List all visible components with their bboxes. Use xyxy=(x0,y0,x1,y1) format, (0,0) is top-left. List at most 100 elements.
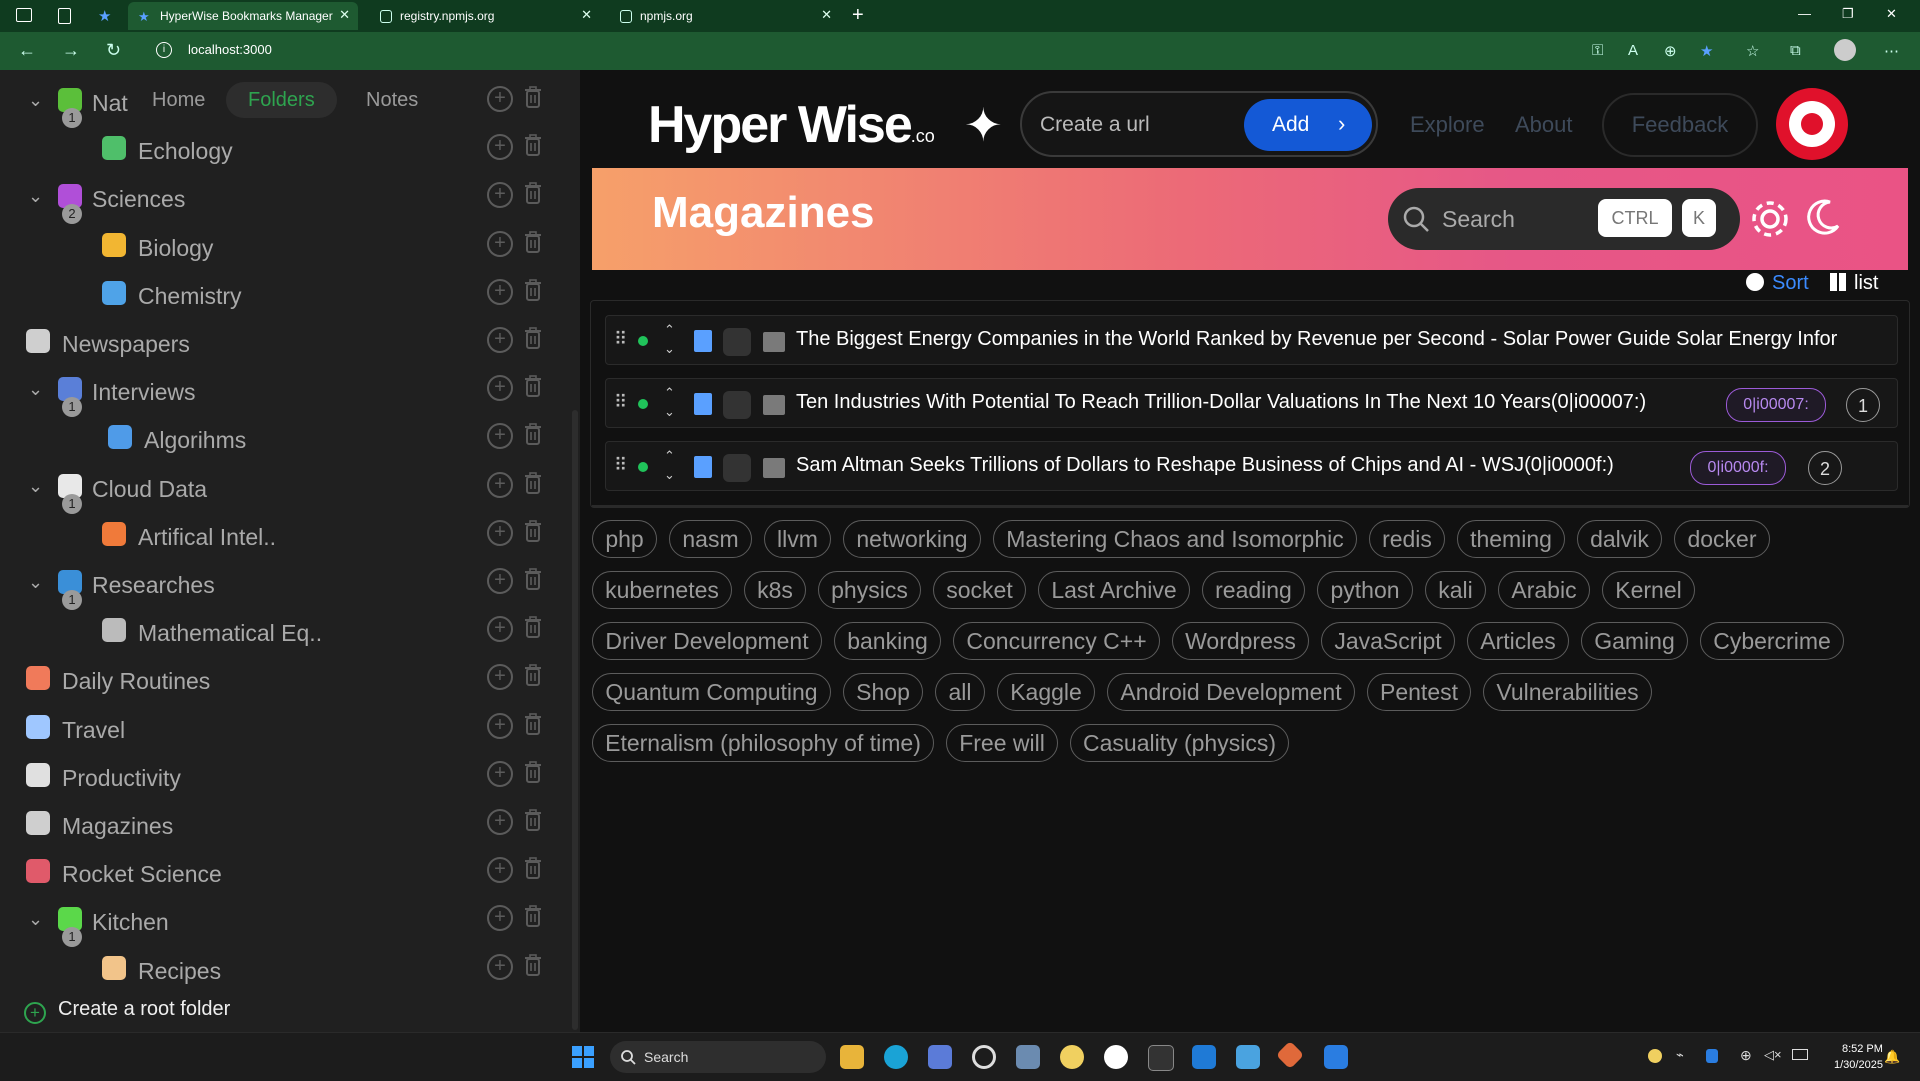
tag-chip[interactable]: dalvik xyxy=(1577,520,1662,558)
bookmark-row[interactable]: ⠿ ⌃ ⌄ Sam Altman Seeks Trillions of Dolla… xyxy=(605,441,1898,491)
sidebar-item[interactable]: Artifical Intel.. + xyxy=(0,514,560,558)
tag-chip[interactable]: Gaming xyxy=(1581,622,1688,660)
sidebar-item[interactable]: ⌄ 1 Cloud Data + xyxy=(0,466,560,514)
forward-icon[interactable]: → xyxy=(62,40,80,61)
tab-notes[interactable]: Notes xyxy=(344,82,440,118)
edge-icon[interactable] xyxy=(884,1045,908,1069)
workspaces-icon[interactable] xyxy=(16,8,32,22)
sidebar-item[interactable]: Travel + xyxy=(0,707,560,751)
add-subfolder-icon[interactable]: + xyxy=(487,568,513,594)
trash-icon[interactable] xyxy=(524,664,542,687)
trash-icon[interactable] xyxy=(524,712,542,735)
add-subfolder-icon[interactable]: + xyxy=(487,616,513,643)
trash-icon[interactable] xyxy=(524,375,542,398)
tag-chip[interactable]: Cybercrime xyxy=(1700,622,1844,660)
wifi-globe-icon[interactable]: ⊕ xyxy=(1740,1047,1752,1064)
add-subfolder-icon[interactable]: + xyxy=(487,471,513,498)
tag-chip[interactable]: Arabic xyxy=(1498,571,1590,609)
tag-chip[interactable]: Quantum Computing xyxy=(592,673,831,711)
drag-handle-icon[interactable]: ⠿ xyxy=(614,329,627,350)
bookmark-title[interactable]: Sam Altman Seeks Trillions of Dollars to… xyxy=(796,454,1614,477)
sidebar-scrollbar[interactable] xyxy=(572,410,578,1030)
trash-icon[interactable] xyxy=(524,134,542,157)
favorites-icon[interactable]: ☆ xyxy=(1746,42,1759,60)
close-tab-icon[interactable]: ✕ xyxy=(339,7,350,23)
favorite-star-icon[interactable]: ★ xyxy=(1700,42,1713,60)
chevron-down-icon[interactable]: ⌄ xyxy=(28,90,43,111)
add-subfolder-icon[interactable]: + xyxy=(487,182,513,209)
create-root-folder-button[interactable]: + Create a root folder xyxy=(24,998,230,1024)
tag-chip[interactable]: Concurrency C++ xyxy=(953,622,1160,660)
more-icon[interactable]: ⋯ xyxy=(1884,42,1899,60)
target-logo-icon[interactable] xyxy=(1776,88,1848,160)
git-icon[interactable] xyxy=(1275,1040,1305,1070)
trash-icon[interactable] xyxy=(524,519,542,542)
bookmark-title[interactable]: Ten Industries With Potential To Reach T… xyxy=(796,391,1646,414)
address-bar[interactable] xyxy=(144,37,1704,65)
sidebar-item[interactable]: ⌄ 1 Kitchen + xyxy=(0,899,560,948)
tag-chip[interactable]: Kernel xyxy=(1602,571,1695,609)
add-subfolder-icon[interactable]: + xyxy=(487,857,513,884)
search-box[interactable]: Search CTRL K xyxy=(1388,188,1740,250)
close-window-icon[interactable]: ✕ xyxy=(1886,6,1897,22)
zoom-icon[interactable]: ⊕ xyxy=(1664,42,1677,60)
sidebar-item[interactable]: Echology + xyxy=(0,128,560,172)
feedback-button[interactable]: Feedback xyxy=(1602,93,1758,157)
sidebar-item[interactable]: Mathematical Eq.. + xyxy=(0,610,560,654)
create-url-input[interactable]: Create a url xyxy=(1040,113,1150,137)
tag-chip[interactable]: Android Development xyxy=(1107,673,1355,711)
logo[interactable]: Hyper Wise.co xyxy=(648,95,935,155)
drag-handle-icon[interactable]: ⠿ xyxy=(614,392,627,413)
sidebar-item[interactable]: Algorihms + xyxy=(0,417,560,461)
tag-chip[interactable]: docker xyxy=(1674,520,1770,558)
mongodb-icon[interactable] xyxy=(1104,1045,1128,1069)
tag-chip[interactable]: socket xyxy=(933,571,1026,609)
read-aloud-icon[interactable]: A xyxy=(1628,42,1638,59)
tab-npmjs[interactable]: npmjs.org ✕ xyxy=(610,2,840,30)
volume-mute-icon[interactable]: ◁× xyxy=(1764,1047,1782,1063)
add-subfolder-icon[interactable]: + xyxy=(487,712,513,739)
tag-chip[interactable]: Kaggle xyxy=(997,673,1095,711)
add-subfolder-icon[interactable]: + xyxy=(487,134,513,161)
close-tab-icon[interactable]: ✕ xyxy=(821,7,832,23)
refresh-icon[interactable]: ↻ xyxy=(106,40,121,61)
terminal-icon[interactable] xyxy=(1148,1045,1174,1071)
remote-desktop-icon[interactable] xyxy=(1016,1045,1040,1069)
tag-chip[interactable]: nasm xyxy=(669,520,752,558)
minimize-icon[interactable]: — xyxy=(1798,6,1811,21)
record-icon[interactable] xyxy=(972,1045,996,1069)
tab-home[interactable]: Home xyxy=(130,82,227,118)
tag-chip[interactable]: JavaScript xyxy=(1321,622,1455,660)
taskbar-search[interactable]: Search xyxy=(610,1041,826,1073)
notification-bell-icon[interactable]: 🔔 xyxy=(1884,1049,1900,1065)
tag-chip[interactable]: all xyxy=(935,673,985,711)
tag-chip[interactable]: networking xyxy=(843,520,981,558)
sidebar-item[interactable]: Productivity + xyxy=(0,755,560,799)
reorder-arrows-icon[interactable]: ⌃ ⌄ xyxy=(664,446,675,484)
trash-icon[interactable] xyxy=(524,809,542,831)
new-tab-icon[interactable]: + xyxy=(852,4,864,27)
trash-icon[interactable] xyxy=(524,471,542,494)
add-subfolder-icon[interactable]: + xyxy=(487,664,513,691)
tab-hyperwise[interactable]: ★ HyperWise Bookmarks Manager ✕ xyxy=(128,2,358,30)
reorder-arrows-icon[interactable]: ⌃ ⌄ xyxy=(664,383,675,421)
clock[interactable]: 8:52 PM 1/30/2025 xyxy=(1834,1041,1883,1073)
windows-start-icon[interactable] xyxy=(572,1046,594,1068)
add-subfolder-icon[interactable]: + xyxy=(487,905,513,932)
add-subfolder-icon[interactable]: + xyxy=(487,278,513,305)
sidebar-item[interactable]: Chemistry + xyxy=(0,273,560,317)
tag-chip[interactable]: redis xyxy=(1369,520,1445,558)
sidebar-item[interactable]: Rocket Science + xyxy=(0,851,560,895)
file-explorer-icon[interactable] xyxy=(840,1045,864,1069)
tag-chip[interactable]: Wordpress xyxy=(1172,622,1309,660)
back-icon[interactable]: ← xyxy=(18,40,36,61)
add-subfolder-icon[interactable]: + xyxy=(487,375,513,402)
restore-icon[interactable]: ❐ xyxy=(1842,6,1854,22)
trash-icon[interactable] xyxy=(524,905,542,928)
trash-icon[interactable] xyxy=(524,423,542,446)
key-icon[interactable]: ⚿ xyxy=(1592,42,1603,59)
sort-button[interactable]: Sort xyxy=(1746,272,1809,295)
tag-chip[interactable]: Articles xyxy=(1467,622,1569,660)
sidebar-item[interactable]: Biology + xyxy=(0,225,560,269)
tag-chip[interactable]: k8s xyxy=(744,571,806,609)
